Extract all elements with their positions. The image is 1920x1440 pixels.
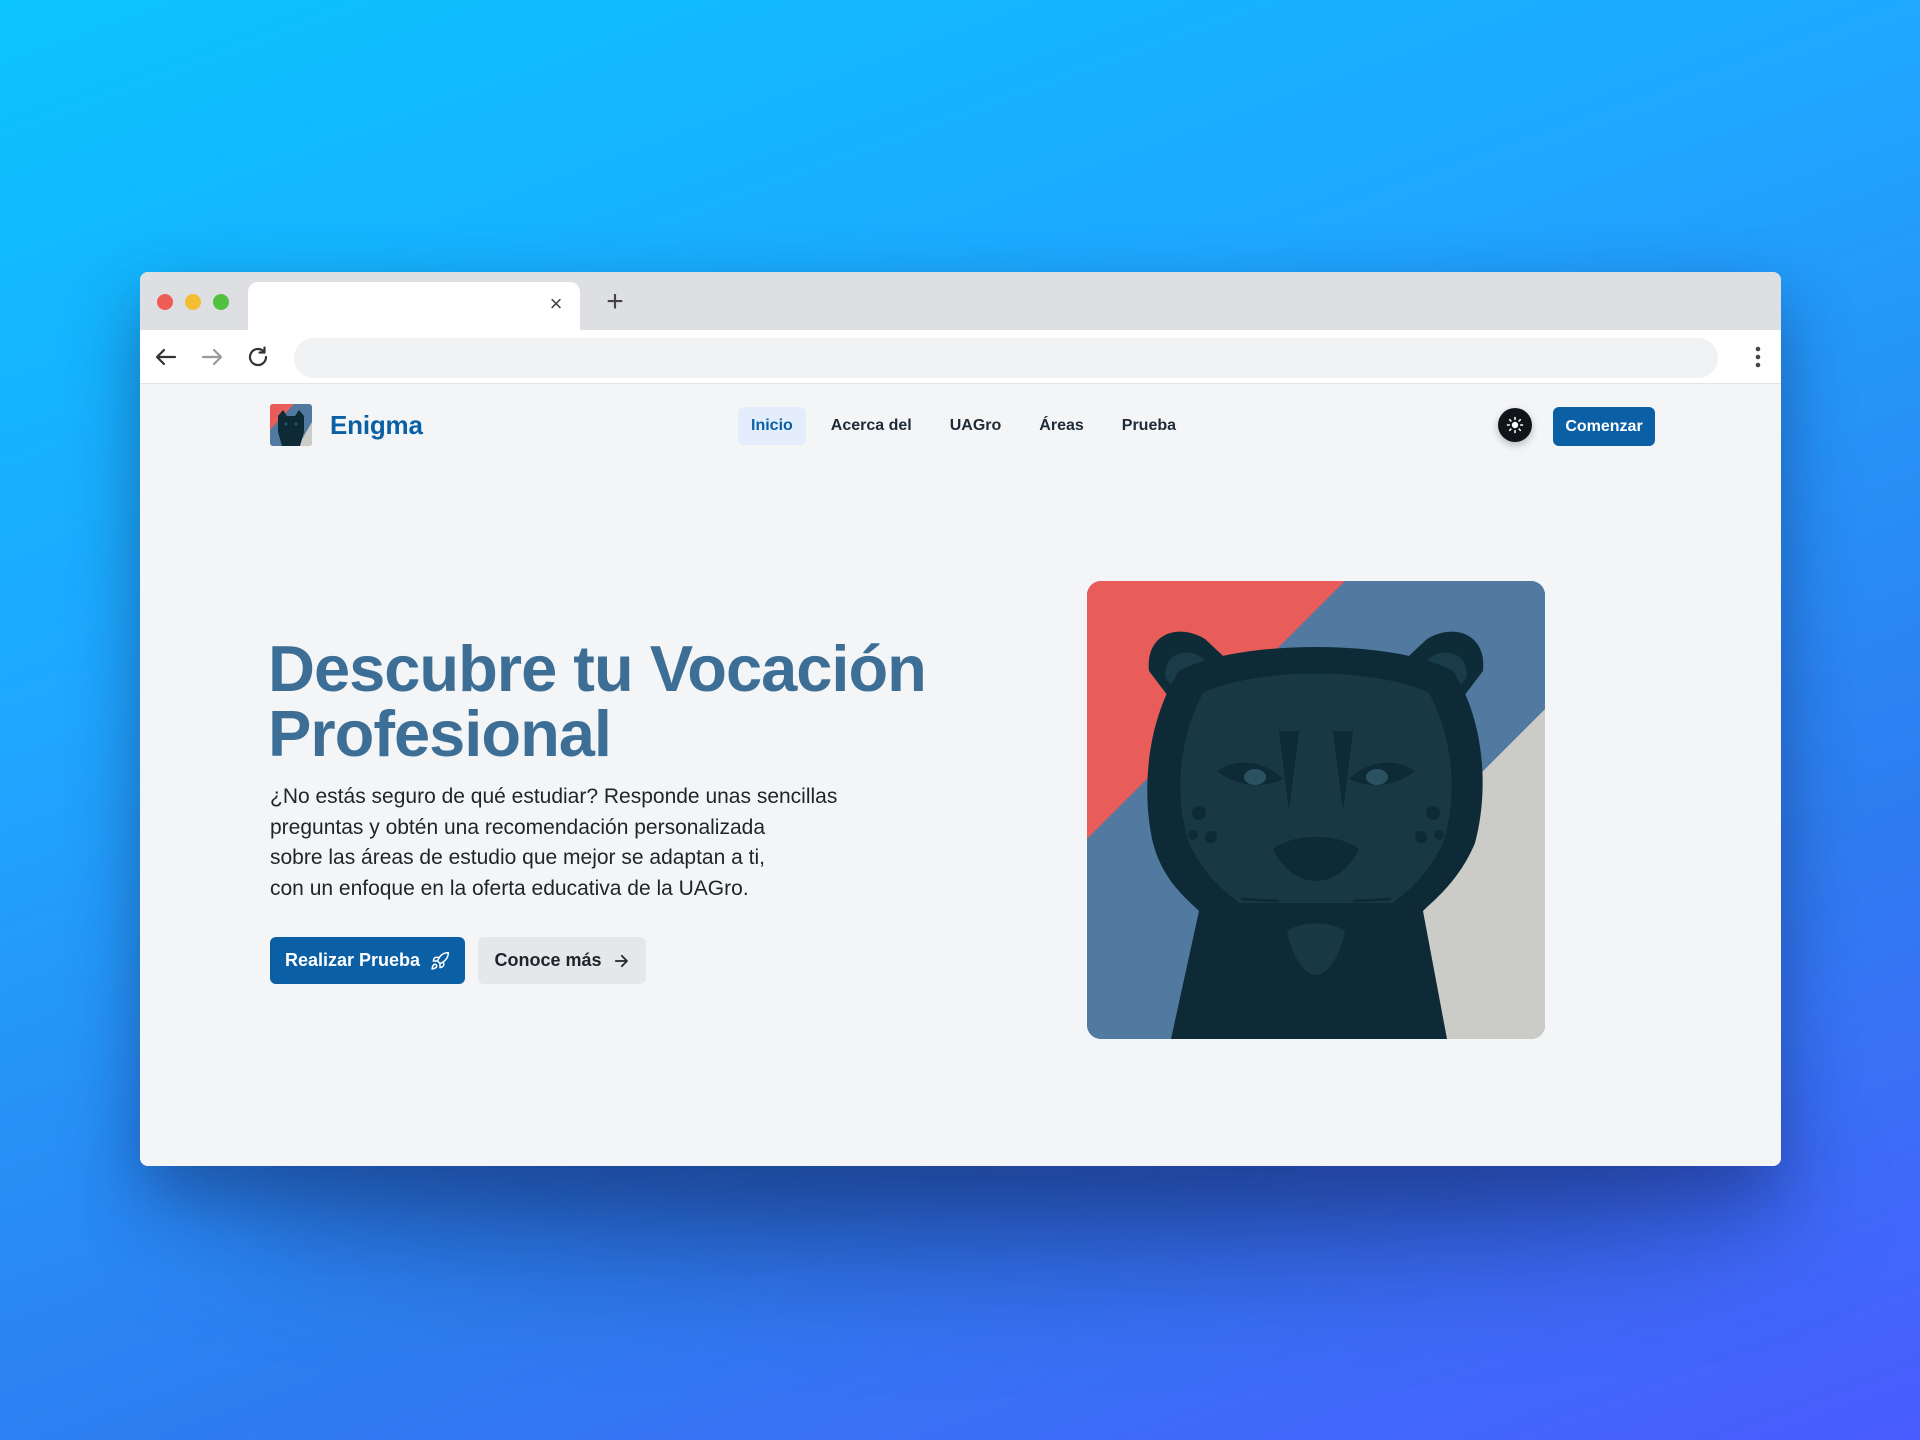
panther-illustration (1087, 581, 1545, 1039)
reload-icon[interactable] (242, 341, 274, 373)
back-arrow-icon[interactable] (150, 341, 182, 373)
brand-name: Enigma (330, 409, 423, 440)
main-nav: Inicio Acerca del UAGro Áreas Prueba (738, 407, 1189, 445)
conoce-mas-label: Conoce más (494, 950, 602, 970)
tab-close-icon[interactable]: × (544, 292, 568, 316)
nav-areas[interactable]: Áreas (1026, 407, 1096, 445)
sun-icon (1506, 416, 1524, 434)
brand[interactable]: Enigma (270, 404, 423, 446)
hero-title-line-1: Descubre tu Vocación (268, 632, 927, 705)
panther-logo-icon (270, 404, 312, 446)
nav-prueba[interactable]: Prueba (1109, 407, 1189, 445)
forward-arrow-icon[interactable] (196, 341, 228, 373)
realizar-prueba-button[interactable]: Realizar Prueba (270, 937, 465, 984)
minimize-window-button[interactable] (185, 294, 201, 310)
maximize-window-button[interactable] (213, 294, 229, 310)
theme-toggle-button[interactable] (1498, 408, 1532, 442)
close-window-button[interactable] (157, 294, 173, 310)
hero-description-line: sobre las áreas de estudio que mejor se … (270, 846, 765, 869)
address-bar[interactable] (294, 338, 1718, 378)
browser-menu-icon[interactable] (1749, 341, 1767, 373)
tab-strip: × + (140, 272, 1781, 330)
browser-toolbar (140, 330, 1781, 384)
rocket-icon (431, 951, 450, 970)
nav-acerca-del[interactable]: Acerca del (818, 407, 925, 445)
hero-title-line-2: Profesional (268, 697, 612, 770)
browser-window: × + Enigma Inicio Acerca del UAGro Áreas… (140, 272, 1781, 1166)
conoce-mas-button[interactable]: Conoce más (478, 937, 646, 984)
hero-description-line: con un enfoque en la oferta educativa de… (270, 876, 749, 900)
arrow-right-icon (614, 954, 628, 967)
new-tab-icon[interactable]: + (599, 286, 631, 318)
hero-description-line: ¿No estás seguro de qué estudiar? Respon… (270, 785, 838, 808)
nav-uagro[interactable]: UAGro (937, 407, 1015, 445)
hero-description-line: preguntas y obtén una recomendación pers… (270, 815, 766, 839)
nav-inicio[interactable]: Inicio (738, 407, 806, 445)
page-content: Enigma Inicio Acerca del UAGro Áreas Pru… (140, 384, 1781, 1166)
hero-description: ¿No estás seguro de qué estudiar? Respon… (270, 782, 890, 904)
comenzar-button[interactable]: Comenzar (1553, 407, 1655, 446)
realizar-prueba-label: Realizar Prueba (284, 950, 421, 970)
hero-title: Descubre tu Vocación Profesional (268, 636, 1028, 766)
browser-tab[interactable]: × (248, 282, 580, 330)
